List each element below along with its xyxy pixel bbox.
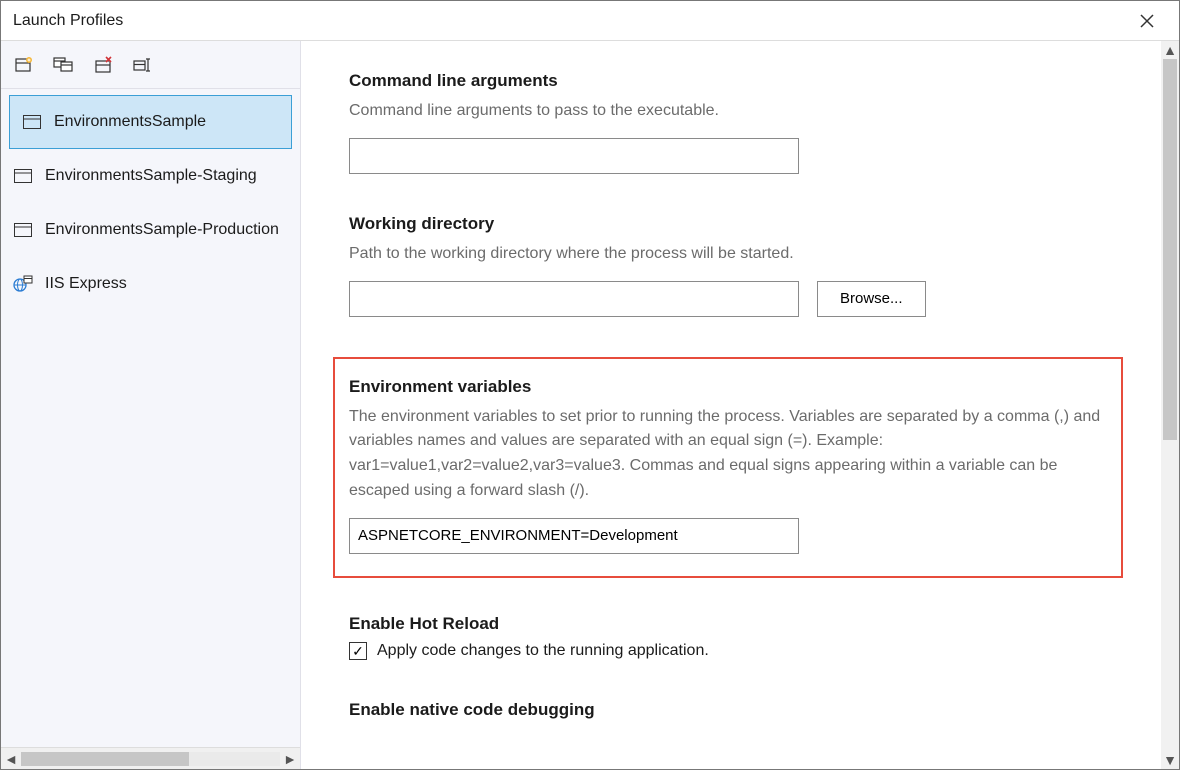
profile-label: EnvironmentsSample-Staging (45, 167, 257, 185)
new-profile-icon (14, 57, 34, 73)
hot-reload-checkbox-row[interactable]: ✓ Apply code changes to the running appl… (349, 642, 1113, 660)
profile-label: EnvironmentsSample (54, 113, 206, 131)
hscroll-thumb[interactable] (21, 752, 189, 766)
vscroll-track[interactable] (1161, 59, 1179, 751)
dialog-title: Launch Profiles (13, 12, 123, 30)
sidebar-toolbar (1, 41, 300, 89)
profile-label: IIS Express (45, 275, 127, 293)
profile-label: EnvironmentsSample-Production (45, 221, 279, 239)
titlebar: Launch Profiles (1, 1, 1179, 41)
scroll-left-button[interactable]: ◄ (1, 748, 21, 769)
new-profile-button[interactable] (11, 52, 37, 78)
section-command-line-arguments: Command line arguments Command line argu… (349, 71, 1113, 174)
section-description: Command line arguments to pass to the ex… (349, 99, 1113, 124)
profile-item-environments-sample[interactable]: EnvironmentsSample (9, 95, 292, 149)
duplicate-profile-button[interactable] (51, 52, 77, 78)
profile-item-iis-express[interactable]: IIS Express (1, 257, 300, 311)
duplicate-profile-icon (53, 57, 75, 73)
rename-profile-button[interactable] (131, 52, 157, 78)
vscroll-thumb[interactable] (1163, 59, 1177, 440)
delete-profile-button[interactable] (91, 52, 117, 78)
main-panel: Command line arguments Command line argu… (301, 41, 1179, 769)
section-native-debugging: Enable native code debugging (349, 700, 1113, 720)
scroll-right-button[interactable]: ► (280, 748, 300, 769)
section-hot-reload: Enable Hot Reload ✓ Apply code changes t… (349, 614, 1113, 660)
scroll-up-button[interactable]: ▲ (1161, 41, 1179, 59)
section-environment-variables: Environment variables The environment va… (333, 357, 1123, 578)
scroll-down-button[interactable]: ▼ (1161, 751, 1179, 769)
section-title: Working directory (349, 214, 1113, 234)
window-icon (22, 114, 42, 130)
section-title: Enable Hot Reload (349, 614, 1113, 634)
profile-item-environments-sample-production[interactable]: EnvironmentsSample-Production (1, 203, 300, 257)
section-title: Environment variables (349, 377, 1107, 397)
iis-icon (13, 276, 33, 292)
hot-reload-checkbox[interactable]: ✓ (349, 642, 367, 660)
environment-variables-input[interactable] (349, 518, 799, 554)
close-icon (1140, 14, 1154, 28)
vertical-scrollbar[interactable]: ▲ ▼ (1161, 41, 1179, 769)
section-description: Path to the working directory where the … (349, 242, 1113, 267)
section-description: The environment variables to set prior t… (349, 405, 1107, 504)
window-icon (13, 222, 33, 238)
rename-profile-icon (133, 57, 155, 73)
working-directory-input[interactable] (349, 281, 799, 317)
delete-profile-icon (94, 56, 114, 74)
main-scroll-area: Command line arguments Command line argu… (301, 41, 1161, 769)
section-title: Enable native code debugging (349, 700, 1113, 720)
section-working-directory: Working directory Path to the working di… (349, 214, 1113, 317)
close-button[interactable] (1127, 1, 1167, 41)
command-line-arguments-input[interactable] (349, 138, 799, 174)
profile-list: EnvironmentsSample EnvironmentsSample-St… (1, 89, 300, 747)
section-title: Command line arguments (349, 71, 1113, 91)
profile-item-environments-sample-staging[interactable]: EnvironmentsSample-Staging (1, 149, 300, 203)
dialog-body: EnvironmentsSample EnvironmentsSample-St… (1, 41, 1179, 769)
browse-button[interactable]: Browse... (817, 281, 926, 317)
sidebar: EnvironmentsSample EnvironmentsSample-St… (1, 41, 301, 769)
window-icon (13, 168, 33, 184)
hscroll-track[interactable] (21, 752, 280, 766)
checkmark-icon: ✓ (352, 644, 364, 658)
checkbox-label: Apply code changes to the running applic… (377, 642, 709, 660)
sidebar-horizontal-scrollbar[interactable]: ◄ ► (1, 747, 300, 769)
